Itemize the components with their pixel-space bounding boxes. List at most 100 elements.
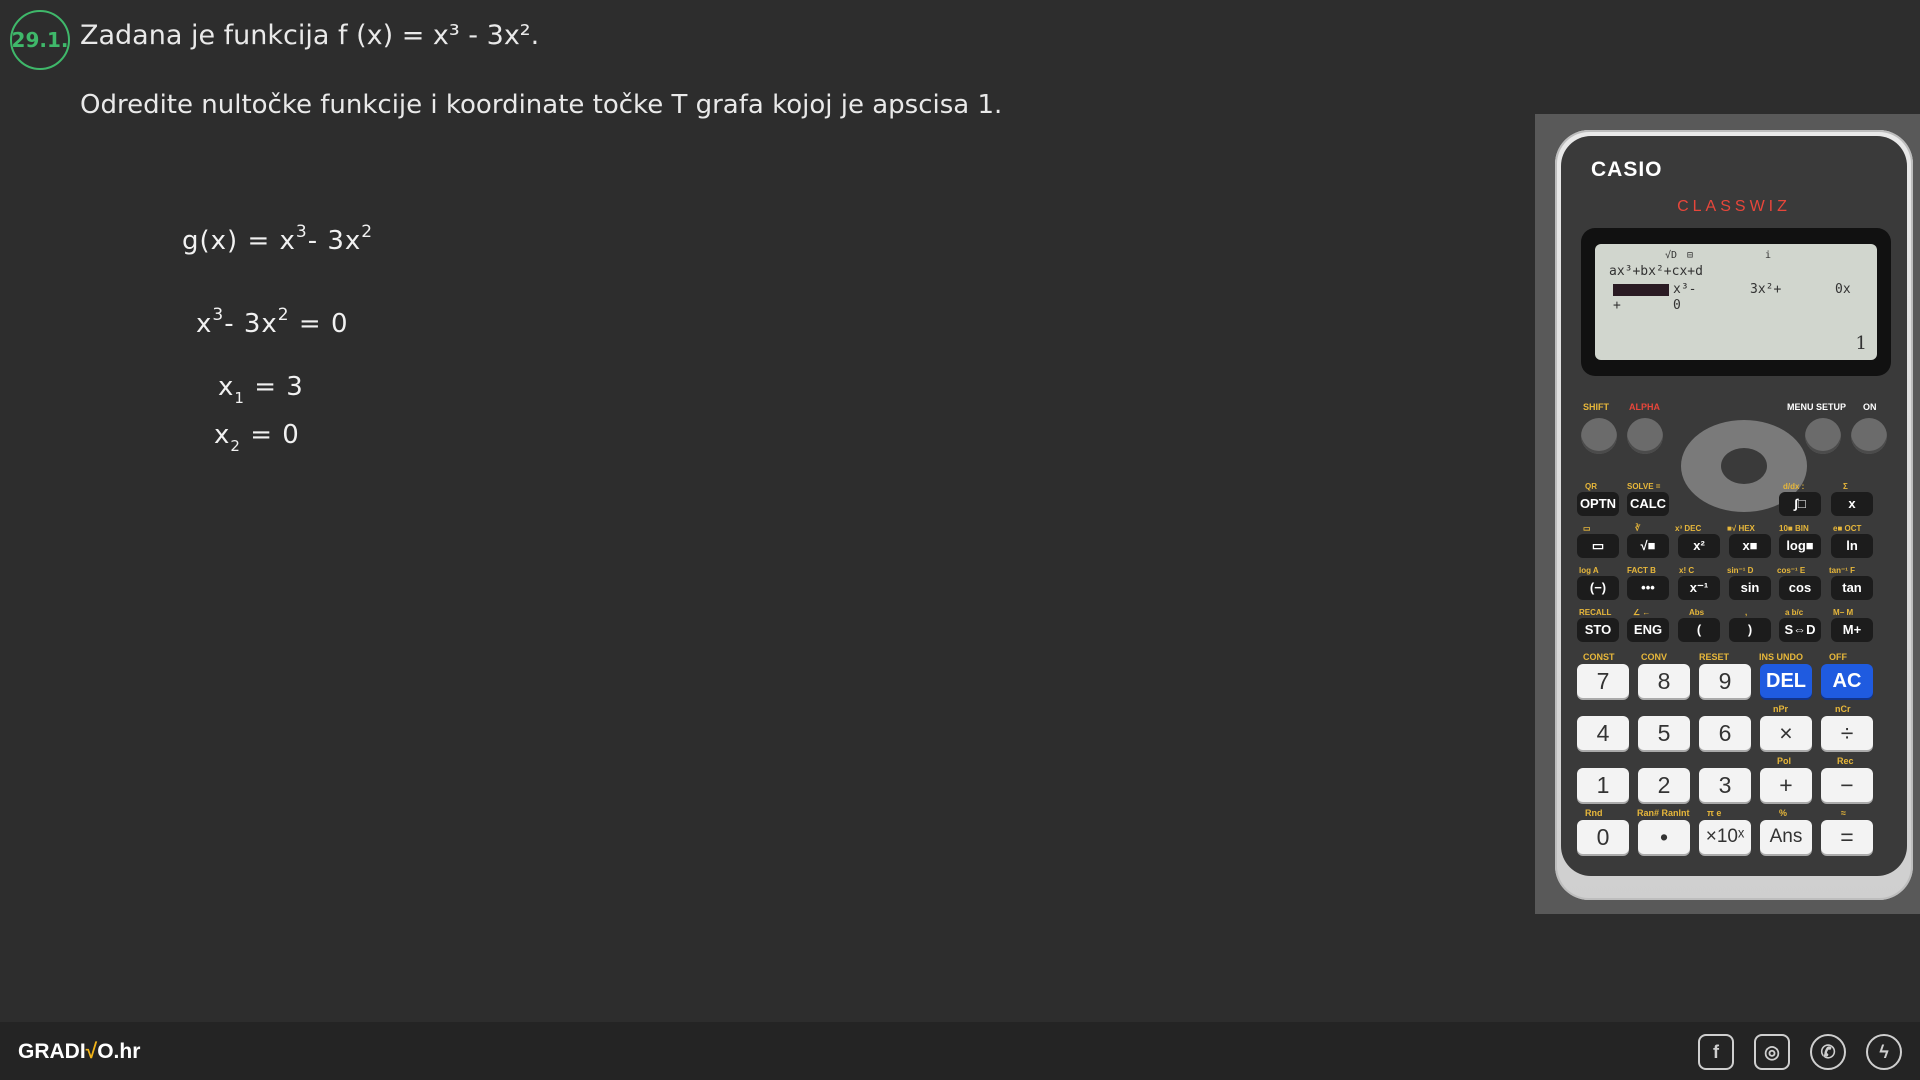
key-shift-note: OFF [1829, 652, 1847, 662]
messenger-icon[interactable]: ϟ [1866, 1034, 1902, 1070]
alpha-button[interactable] [1627, 418, 1663, 454]
key-variable-x[interactable]: x [1831, 492, 1873, 516]
key-m-plus[interactable]: M+ [1831, 618, 1873, 642]
key-shift-note: a b/c [1785, 608, 1804, 617]
calculator-lcd: √D ⊟ i ax³+bx²+cx+d x³- 3x²+ 0x + 0 1 [1595, 244, 1877, 360]
key-exp10[interactable]: ×10ˣ [1699, 820, 1751, 854]
key-multiply[interactable]: × [1760, 716, 1812, 750]
key-tan[interactable]: tan [1831, 576, 1873, 600]
calculator-panel: CASIO CLASSWIZ √D ⊟ i ax³+bx²+cx+d x³- 3… [1535, 114, 1920, 914]
menu-setup-label: MENU SETUP [1787, 402, 1847, 412]
key-shift-note: ∠ ← [1633, 608, 1651, 617]
work-root-2: x2 = 0 [214, 420, 300, 455]
key-open-paren[interactable]: ( [1678, 618, 1720, 642]
key-shift-note: Rec [1837, 756, 1854, 766]
key-0[interactable]: 0 [1577, 820, 1629, 854]
key-8[interactable]: 8 [1638, 664, 1690, 698]
instagram-icon[interactable]: ◎ [1754, 1034, 1790, 1070]
key-shift-note: ≈ [1841, 808, 1846, 818]
key-shift-note: SOLVE = [1627, 482, 1661, 491]
key-shift-note: nCr [1835, 704, 1851, 714]
key-divide[interactable]: ÷ [1821, 716, 1873, 750]
delete-button[interactable]: DEL [1760, 664, 1812, 698]
key-minus[interactable]: − [1821, 768, 1873, 802]
key-9[interactable]: 9 [1699, 664, 1751, 698]
key-shift-note: 10■ BIN [1779, 524, 1809, 533]
key-optn[interactable]: OPTN [1577, 492, 1619, 516]
key-2[interactable]: 2 [1638, 768, 1690, 802]
key-6[interactable]: 6 [1699, 716, 1751, 750]
key-shift-note: CONST [1583, 652, 1615, 662]
key-log[interactable]: log■ [1779, 534, 1821, 558]
key-ans[interactable]: Ans [1760, 820, 1812, 854]
site-logo[interactable]: GRADI√O.hr [18, 1040, 140, 1064]
key-calc[interactable]: CALC [1627, 492, 1669, 516]
key-4[interactable]: 4 [1577, 716, 1629, 750]
problem-number-badge: 29.1. [10, 10, 70, 70]
menu-button[interactable] [1805, 418, 1841, 454]
key-decimal[interactable]: • [1638, 820, 1690, 854]
footer: GRADI√O.hr f ◎ ✆ ϟ [0, 1022, 1920, 1080]
key-shift-note: sin⁻¹ D [1727, 566, 1754, 575]
key-shift-note: RESET [1699, 652, 1730, 662]
problem-statement: Zadana je funkcija f (x) = x³ - 3x². [80, 20, 540, 51]
key-reciprocal[interactable]: x⁻¹ [1678, 576, 1720, 600]
problem-task: Odredite nultočke funkcije i koordinate … [80, 90, 1003, 120]
key-1[interactable]: 1 [1577, 768, 1629, 802]
key-sto[interactable]: STO [1577, 618, 1619, 642]
lcd-equation-form: ax³+bx²+cx+d [1609, 264, 1703, 279]
key-cos[interactable]: cos [1779, 576, 1821, 600]
key-shift-note: CONV [1641, 652, 1668, 662]
key-negative[interactable]: (−) [1577, 576, 1619, 600]
key-shift-note: e■ OCT [1833, 524, 1862, 533]
calculator-face: CASIO CLASSWIZ √D ⊟ i ax³+bx²+cx+d x³- 3… [1561, 136, 1907, 876]
key-shift-note: log A [1579, 566, 1599, 575]
calculator-screen: √D ⊟ i ax³+bx²+cx+d x³- 3x²+ 0x + 0 1 [1581, 228, 1891, 376]
calculator: CASIO CLASSWIZ √D ⊟ i ax³+bx²+cx+d x³- 3… [1555, 130, 1913, 900]
key-shift-note: x! C [1679, 566, 1695, 575]
key-shift-note: ■√ HEX [1727, 524, 1755, 533]
alpha-label: ALPHA [1629, 402, 1660, 412]
key-plus[interactable]: + [1760, 768, 1812, 802]
lcd-indicator: i [1765, 250, 1772, 261]
dpad-center [1721, 448, 1767, 484]
key-shift-note: π e [1707, 808, 1722, 818]
key-shift-note: Σ [1843, 482, 1848, 491]
key-shift-note: , [1745, 608, 1748, 617]
key-shift-note: Pol [1777, 756, 1792, 766]
key-eng[interactable]: ENG [1627, 618, 1669, 642]
facebook-icon[interactable]: f [1698, 1034, 1734, 1070]
key-power[interactable]: x■ [1729, 534, 1771, 558]
shift-button[interactable] [1581, 418, 1617, 454]
key-integral[interactable]: ∫□ [1779, 492, 1821, 516]
key-close-paren[interactable]: ) [1729, 618, 1771, 642]
key-shift-note: Ran# RanInt [1637, 808, 1690, 818]
key-5[interactable]: 5 [1638, 716, 1690, 750]
lcd-term-3: 0x [1835, 282, 1851, 297]
on-button[interactable] [1851, 418, 1887, 454]
problem-number: 29.1. [11, 28, 69, 52]
key-3[interactable]: 3 [1699, 768, 1751, 802]
key-shift-note: cos⁻¹ E [1777, 566, 1806, 575]
key-equals[interactable]: = [1821, 820, 1873, 854]
on-label: ON [1863, 402, 1877, 412]
key-sin[interactable]: sin [1729, 576, 1771, 600]
key-square[interactable]: x² [1678, 534, 1720, 558]
key-7[interactable]: 7 [1577, 664, 1629, 698]
lcd-term-2: 3x²+ [1750, 282, 1782, 297]
key-shift-note: Rnd [1585, 808, 1603, 818]
key-shift-note: tan⁻¹ F [1829, 566, 1855, 575]
key-s-to-d[interactable]: S⇔D [1779, 618, 1821, 642]
key-shift-note: QR [1585, 482, 1597, 491]
whatsapp-icon[interactable]: ✆ [1810, 1034, 1846, 1070]
key-sqrt[interactable]: √■ [1627, 534, 1669, 558]
work-line-equation: x3- 3x2 = 0 [196, 305, 349, 339]
key-shift-note: % [1779, 808, 1788, 818]
key-shift-note: INS UNDO [1759, 652, 1804, 662]
key-degrees[interactable]: ••• [1627, 576, 1669, 600]
work-line-function: g(x) = x3- 3x2 [182, 222, 374, 256]
all-clear-button[interactable]: AC [1821, 664, 1873, 698]
key-shift-note: d/dx : [1783, 482, 1805, 491]
key-fraction[interactable]: ▭ [1577, 534, 1619, 558]
key-ln[interactable]: ln [1831, 534, 1873, 558]
